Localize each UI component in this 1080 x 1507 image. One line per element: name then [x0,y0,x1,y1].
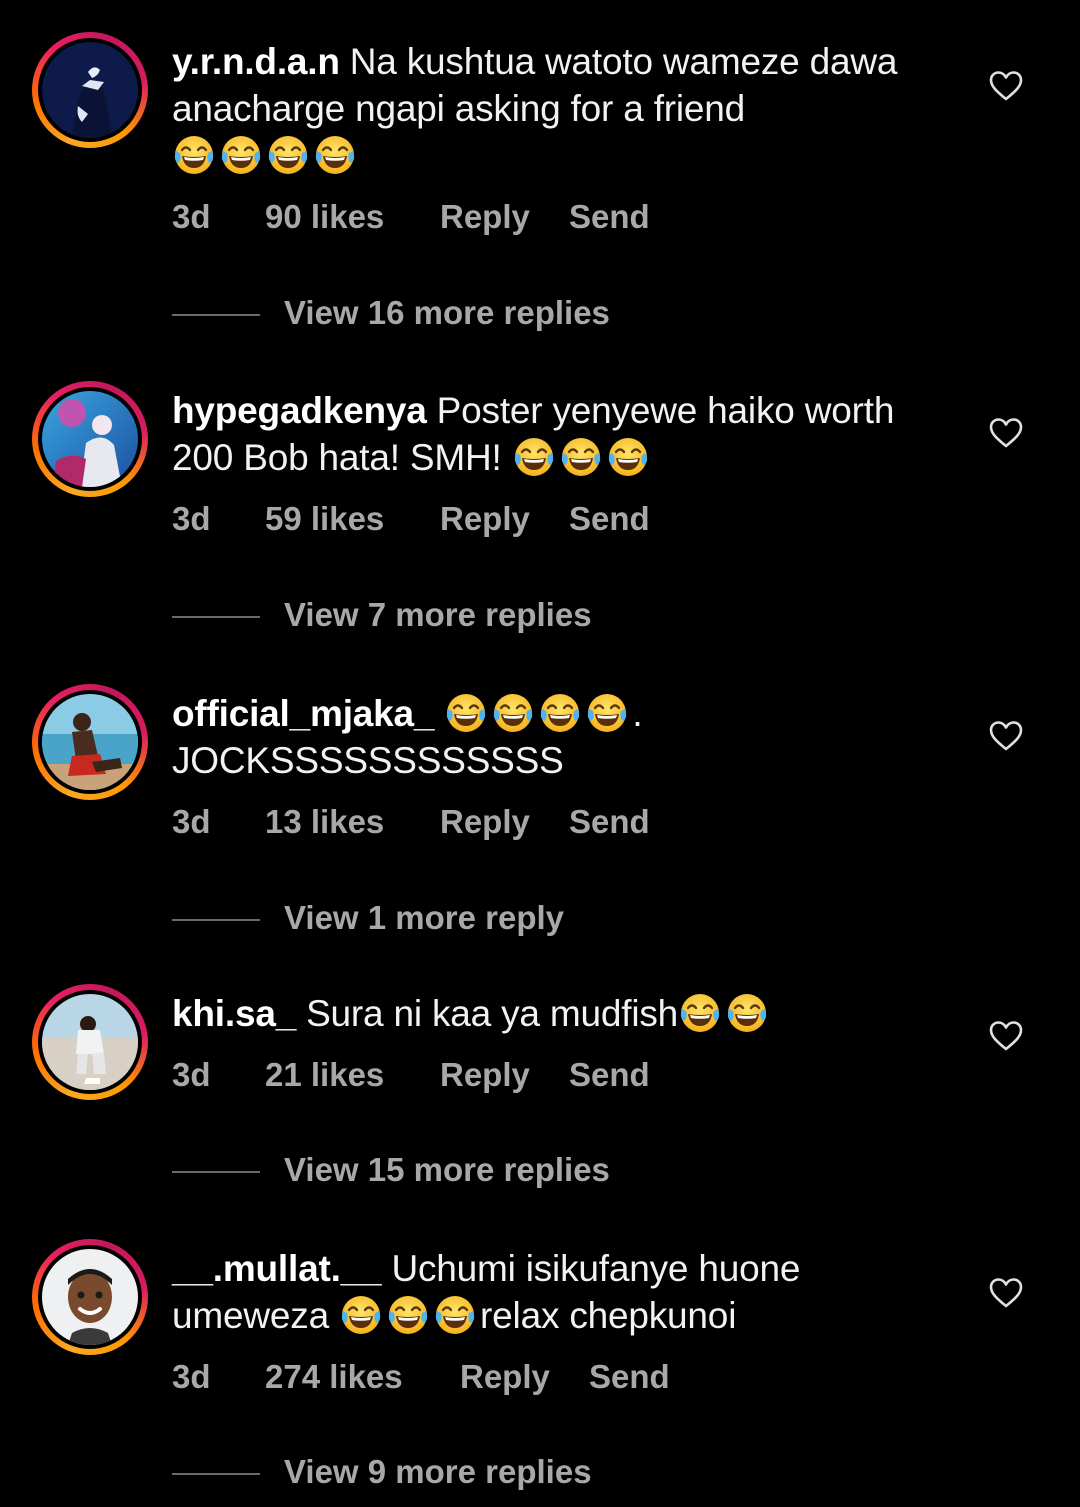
comment-likes[interactable]: 59 likes [265,500,384,538]
tears-of-joy-emoji [219,133,263,177]
comment-text: __.mullat.__ Uchumi isikufanye huone umew… [172,1245,962,1339]
tears-of-joy-emoji [433,1293,477,1337]
view-replies-label[interactable]: View 15 more replies [284,1151,610,1189]
view-replies-label[interactable]: View 1 more reply [284,899,564,937]
tears-of-joy-emoji [678,991,722,1035]
comment-likes[interactable]: 90 likes [265,198,384,236]
tears-of-joy-emoji [339,1293,383,1337]
tears-of-joy-emoji [559,435,603,479]
send-button[interactable]: Send [569,500,650,538]
comment-time: 3d [172,1056,211,1093]
like-heart-icon[interactable] [988,1275,1024,1311]
view-replies-label[interactable]: View 16 more replies [284,294,610,332]
tears-of-joy-emoji [266,133,310,177]
avatar[interactable] [32,984,148,1100]
replies-divider [172,919,260,921]
tears-of-joy-emoji [606,435,650,479]
comment-body: Sura ni kaa ya mudfish [306,993,679,1034]
reply-button[interactable]: Reply [440,198,530,236]
comment-text: official_mjaka_. JOCKSSSSSSSSSSSS [172,690,962,784]
view-replies-label[interactable]: View 9 more replies [284,1453,592,1491]
send-button[interactable]: Send [569,1056,650,1094]
tears-of-joy-emoji [313,133,357,177]
comment-likes[interactable]: 21 likes [265,1056,384,1094]
replies-divider [172,1473,260,1475]
tears-of-joy-emoji [444,691,488,735]
comment-body: JOCKSSSSSSSSSSSS [172,740,564,781]
tears-of-joy-emoji [585,691,629,735]
like-heart-icon[interactable] [988,68,1024,104]
comment-likes[interactable]: 274 likes [265,1358,403,1396]
tears-of-joy-emoji [725,991,769,1035]
send-button[interactable]: Send [589,1358,670,1396]
avatar[interactable] [32,381,148,497]
comment-username[interactable]: __.mullat.__ [172,1248,382,1289]
comment-time: 3d [172,500,211,537]
comment-time: 3d [172,1358,211,1395]
tears-of-joy-emoji [386,1293,430,1337]
tears-of-joy-emoji [491,691,535,735]
tears-of-joy-emoji [538,691,582,735]
avatar[interactable] [32,1239,148,1355]
reply-button[interactable]: Reply [440,1056,530,1094]
like-heart-icon[interactable] [988,718,1024,754]
reply-button[interactable]: Reply [440,500,530,538]
comment-username[interactable]: hypegadkenya [172,390,427,431]
replies-divider [172,314,260,316]
comment-text: khi.sa_ Sura ni kaa ya mudfish [172,990,962,1037]
avatar[interactable] [32,684,148,800]
comment-username[interactable]: y.r.n.d.a.n [172,41,340,82]
comment-time: 3d [172,803,211,840]
comment-body-punct: . [632,693,643,734]
tears-of-joy-emoji [512,435,556,479]
comment-text: hypegadkenya Poster yenyewe haiko worth 2… [172,387,962,481]
replies-divider [172,1171,260,1173]
comment-username[interactable]: khi.sa_ [172,993,296,1034]
reply-button[interactable]: Reply [460,1358,550,1396]
tears-of-joy-emoji [172,133,216,177]
send-button[interactable]: Send [569,198,650,236]
send-button[interactable]: Send [569,803,650,841]
comment-text: y.r.n.d.a.n Na kushtua watoto wameze dawa… [172,38,962,179]
reply-button[interactable]: Reply [440,803,530,841]
view-replies-label[interactable]: View 7 more replies [284,596,592,634]
comment-likes[interactable]: 13 likes [265,803,384,841]
like-heart-icon[interactable] [988,415,1024,451]
comment-time: 3d [172,198,211,235]
replies-divider [172,616,260,618]
like-heart-icon[interactable] [988,1018,1024,1054]
comment-body-tail: relax chepkunoi [480,1295,737,1336]
comment-username[interactable]: official_mjaka_ [172,693,435,734]
avatar[interactable] [32,32,148,148]
